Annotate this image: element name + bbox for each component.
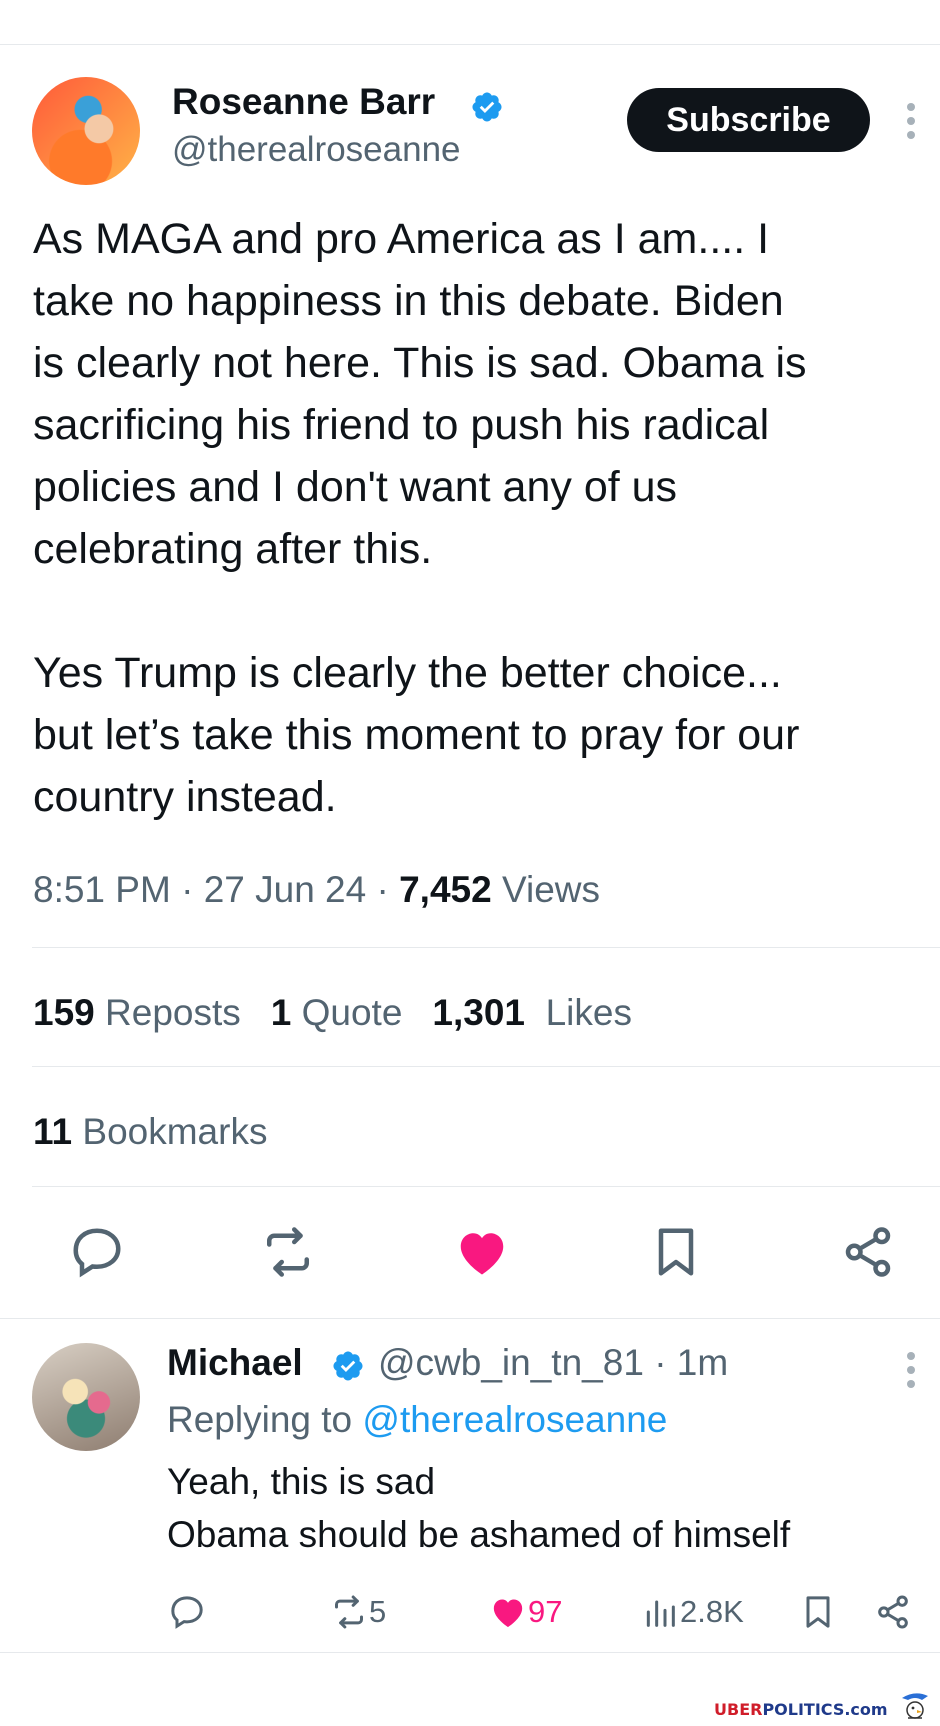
bookmarks-label: Bookmarks — [82, 1111, 268, 1152]
author-handle[interactable]: @therealroseanne — [172, 128, 461, 172]
reply-age[interactable]: 1m — [677, 1342, 728, 1383]
bookmarks-count: 11 — [33, 1111, 73, 1152]
reply-like-button[interactable]: 97 — [488, 1588, 562, 1636]
divider — [0, 1318, 940, 1319]
engagement-stats: 159 Reposts 1 Quote 1,301 Likes — [33, 989, 632, 1037]
reply-author-handle[interactable]: @cwb_in_tn_81 — [378, 1342, 644, 1383]
meta-dot: · — [181, 869, 194, 910]
views-label: Views — [501, 869, 601, 910]
subscribe-button[interactable]: Subscribe — [627, 88, 870, 152]
likes-label: Likes — [545, 992, 632, 1033]
author-name[interactable]: Roseanne Barr — [172, 80, 435, 124]
divider — [32, 1186, 940, 1187]
divider — [0, 1652, 940, 1653]
meta-dot: · — [376, 869, 389, 910]
reply-reply-button[interactable] — [167, 1588, 207, 1636]
likes-stat[interactable]: 1,301 Likes — [432, 992, 632, 1033]
views-count: 7,452 — [399, 869, 492, 910]
reply-icon[interactable] — [67, 1222, 127, 1282]
like-heart-icon[interactable] — [452, 1222, 512, 1282]
reply-author-avatar[interactable] — [32, 1343, 140, 1451]
reply-bookmark-button[interactable] — [798, 1588, 838, 1636]
verified-badge-icon — [333, 1351, 363, 1381]
replying-to-line: Replying to @therealroseanne — [167, 1397, 667, 1443]
replying-to-link[interactable]: @therealroseanne — [362, 1399, 667, 1440]
reposts-label: Reposts — [105, 992, 241, 1033]
reply-reposts-count: 5 — [369, 1594, 387, 1629]
watermark-red: UBER — [714, 1700, 763, 1719]
reposts-count: 159 — [33, 992, 95, 1033]
watermark-text: UBERPOLITICS.com — [714, 1700, 888, 1719]
reply-share-button[interactable] — [873, 1588, 913, 1636]
reposts-stat[interactable]: 159 Reposts — [33, 992, 241, 1033]
quotes-label: Quote — [301, 992, 403, 1033]
more-options-icon[interactable] — [907, 103, 917, 145]
tweet-meta: 8:51 PM · 27 Jun 24 · 7,452 Views — [33, 866, 600, 914]
share-icon[interactable] — [838, 1222, 898, 1282]
reply-action-bar: 5 97 2.8K — [0, 1588, 940, 1636]
replying-to-label: Replying to — [167, 1399, 353, 1440]
tweet-time[interactable]: 8:51 PM — [33, 869, 171, 910]
divider — [32, 947, 940, 948]
repost-icon[interactable] — [258, 1222, 318, 1282]
reply-repost-button[interactable]: 5 — [329, 1588, 386, 1636]
meta-dot: · — [654, 1342, 667, 1383]
tweet-action-bar — [0, 1222, 940, 1282]
more-options-icon[interactable] — [907, 1352, 917, 1394]
reply-views-count: 2.8K — [680, 1594, 744, 1629]
quotes-count: 1 — [270, 992, 292, 1033]
watermark-blue: POLITICS — [762, 1700, 845, 1719]
views-chart-icon — [646, 1600, 675, 1627]
divider — [32, 1066, 940, 1067]
verified-badge-icon — [472, 92, 502, 122]
like-heart-icon — [493, 1599, 523, 1627]
share-icon — [878, 1595, 908, 1629]
reply-views-button[interactable]: 2.8K — [640, 1588, 744, 1636]
tweet-text: As MAGA and pro America as I am.... I ta… — [33, 215, 807, 821]
reply-text: Yeah, this is sad Obama should be ashame… — [167, 1461, 791, 1555]
reply-author-name[interactable]: Michael — [167, 1340, 303, 1386]
reply-icon — [171, 1596, 203, 1629]
likes-count: 1,301 — [432, 992, 525, 1033]
quotes-stat[interactable]: 1 Quote — [271, 992, 403, 1033]
repost-icon — [335, 1595, 363, 1629]
bookmark-icon[interactable] — [646, 1222, 706, 1282]
reply-handle-line: @cwb_in_tn_81 · 1m — [378, 1340, 728, 1386]
author-avatar[interactable] — [32, 77, 140, 185]
bookmark-icon — [806, 1596, 830, 1628]
eagle-logo-icon — [902, 1693, 928, 1719]
bookmarks-stat[interactable]: 11 Bookmarks — [33, 1108, 267, 1156]
watermark-suffix: .com — [844, 1700, 888, 1719]
reply-likes-count: 97 — [528, 1594, 563, 1629]
tweet-date[interactable]: 27 Jun 24 — [204, 869, 367, 910]
top-divider — [0, 44, 940, 45]
